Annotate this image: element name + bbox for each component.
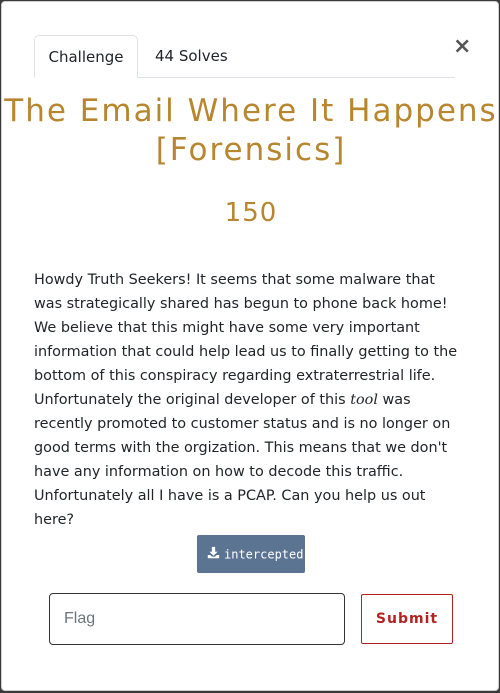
- download-icon: [207, 536, 220, 574]
- challenge-points: 150: [224, 198, 278, 228]
- description-text-2: was recently promoted to customer status…: [34, 392, 451, 528]
- tab-challenge[interactable]: Challenge: [34, 35, 138, 78]
- submit-button[interactable]: Submit: [361, 594, 453, 644]
- challenge-title: The Email Where It Happens [Forensics]: [4, 93, 498, 168]
- close-icon[interactable]: ×: [453, 35, 471, 59]
- challenge-description: Howdy Truth Seekers! It seems that some …: [34, 268, 464, 532]
- file-name: intercepted.pcap: [224, 547, 305, 562]
- file-download-button[interactable]: intercepted.pcap: [197, 535, 305, 573]
- description-emphasis: tool: [350, 392, 378, 408]
- challenge-modal: Challenge 44 Solves × The Email Where It…: [1, 1, 499, 691]
- tab-solves[interactable]: 44 Solves: [155, 35, 228, 77]
- tab-bar: Challenge 44 Solves: [34, 35, 455, 78]
- flag-input[interactable]: [49, 593, 345, 645]
- description-text-1: Howdy Truth Seekers! It seems that some …: [34, 272, 458, 408]
